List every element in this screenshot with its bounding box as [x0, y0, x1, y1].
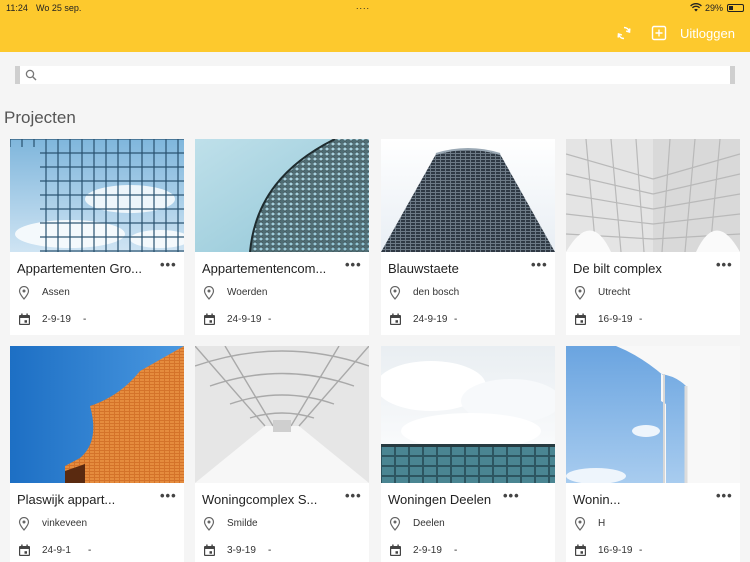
status-dots: .... [356, 1, 371, 11]
calendar-icon [19, 544, 30, 556]
more-options-button[interactable]: ••• [716, 488, 733, 503]
project-card[interactable]: Appartementen Gro... ••• Assen 2-9-19 - [10, 139, 184, 335]
project-card[interactable]: De bilt complex ••• Utrecht 16-9-19 - [566, 139, 740, 335]
more-options-button[interactable]: ••• [531, 257, 548, 272]
location-pin-icon [574, 286, 586, 300]
location-text: vinkeveen [42, 518, 88, 529]
search-input[interactable] [42, 67, 722, 83]
project-card[interactable]: Woningen Deelen ••• Deelen 2-9-19 - [381, 346, 555, 562]
location-pin-icon [18, 286, 30, 300]
calendar-icon [204, 313, 215, 325]
project-title: Appartementen Gro... [17, 261, 143, 276]
location-text: H [598, 518, 606, 529]
location-text: Woerden [227, 287, 268, 298]
location-pin-icon [203, 286, 215, 300]
project-image [10, 346, 184, 483]
project-card[interactable]: Blauwstaete ••• den bosch 24-9-19 - [381, 139, 555, 335]
date-separator: - [88, 545, 92, 556]
section-title: Projecten [4, 108, 76, 127]
date-text: 24-9-19 [227, 314, 262, 325]
search-icon [25, 69, 37, 81]
calendar-icon [390, 313, 401, 325]
project-image [10, 139, 184, 252]
project-title: Wonin... [573, 492, 621, 507]
date-separator: - [639, 314, 643, 325]
status-date: Wo 25 sep. [36, 3, 82, 13]
calendar-icon [19, 313, 30, 325]
project-card[interactable]: Plaswijk appart... ••• vinkeveen 24-9-1 … [10, 346, 184, 562]
sync-icon[interactable] [616, 25, 632, 41]
wifi-icon [690, 3, 702, 12]
location-pin-icon [389, 517, 401, 531]
calendar-icon [575, 313, 586, 325]
project-image [381, 346, 555, 483]
location-pin-icon [18, 517, 30, 531]
date-text: 16-9-19 [598, 545, 633, 556]
app-bar: Uitloggen [0, 16, 750, 52]
more-options-button[interactable]: ••• [716, 257, 733, 272]
project-card[interactable]: Wonin... ••• H 16-9-19 - [566, 346, 740, 562]
project-title: Plaswijk appart... [17, 492, 116, 507]
date-text: 24-9-19 [413, 314, 448, 325]
location-text: Assen [42, 287, 70, 298]
more-options-button[interactable]: ••• [160, 488, 177, 503]
project-title: Appartementencom... [202, 261, 327, 276]
project-image [566, 139, 740, 252]
logout-button[interactable]: Uitloggen [680, 26, 735, 41]
date-text: 24-9-1 [42, 545, 71, 556]
location-pin-icon [389, 286, 401, 300]
battery-percent: 29% [705, 3, 724, 13]
status-time: 11:24 [6, 3, 28, 13]
location-text: den bosch [413, 287, 460, 298]
project-card[interactable]: Woningcomplex S... ••• Smilde 3-9-19 - [195, 346, 369, 562]
project-title: Woningcomplex S... [202, 492, 318, 507]
project-title: De bilt complex [573, 261, 662, 276]
more-options-button[interactable]: ••• [160, 257, 177, 272]
location-pin-icon [574, 517, 586, 531]
project-image [195, 346, 369, 483]
location-text: Smilde [227, 518, 258, 529]
date-separator: - [268, 545, 272, 556]
search-bar[interactable] [15, 66, 735, 84]
battery-icon [727, 4, 744, 12]
date-separator: - [639, 545, 643, 556]
project-image [381, 139, 555, 252]
project-image [566, 346, 740, 483]
location-pin-icon [203, 517, 215, 531]
location-text: Utrecht [598, 287, 631, 298]
date-separator: - [454, 545, 458, 556]
calendar-icon [575, 544, 586, 556]
location-text: Deelen [413, 518, 445, 529]
date-separator: - [268, 314, 272, 325]
calendar-icon [204, 544, 215, 556]
project-image [195, 139, 369, 252]
more-options-button[interactable]: ••• [345, 257, 362, 272]
date-separator: - [454, 314, 458, 325]
project-card[interactable]: Appartementencom... ••• Woerden 24-9-19 … [195, 139, 369, 335]
status-bar: 11:24 Wo 25 sep. .... 29% [0, 0, 750, 16]
more-options-button[interactable]: ••• [345, 488, 362, 503]
date-text: 2-9-19 [413, 545, 442, 556]
date-separator: - [83, 314, 87, 325]
calendar-icon [390, 544, 401, 556]
date-text: 2-9-19 [42, 314, 71, 325]
project-title: Blauwstaete [388, 261, 459, 276]
more-options-button[interactable]: ••• [503, 488, 520, 503]
date-text: 16-9-19 [598, 314, 633, 325]
add-box-icon[interactable] [651, 25, 667, 41]
date-text: 3-9-19 [227, 545, 256, 556]
